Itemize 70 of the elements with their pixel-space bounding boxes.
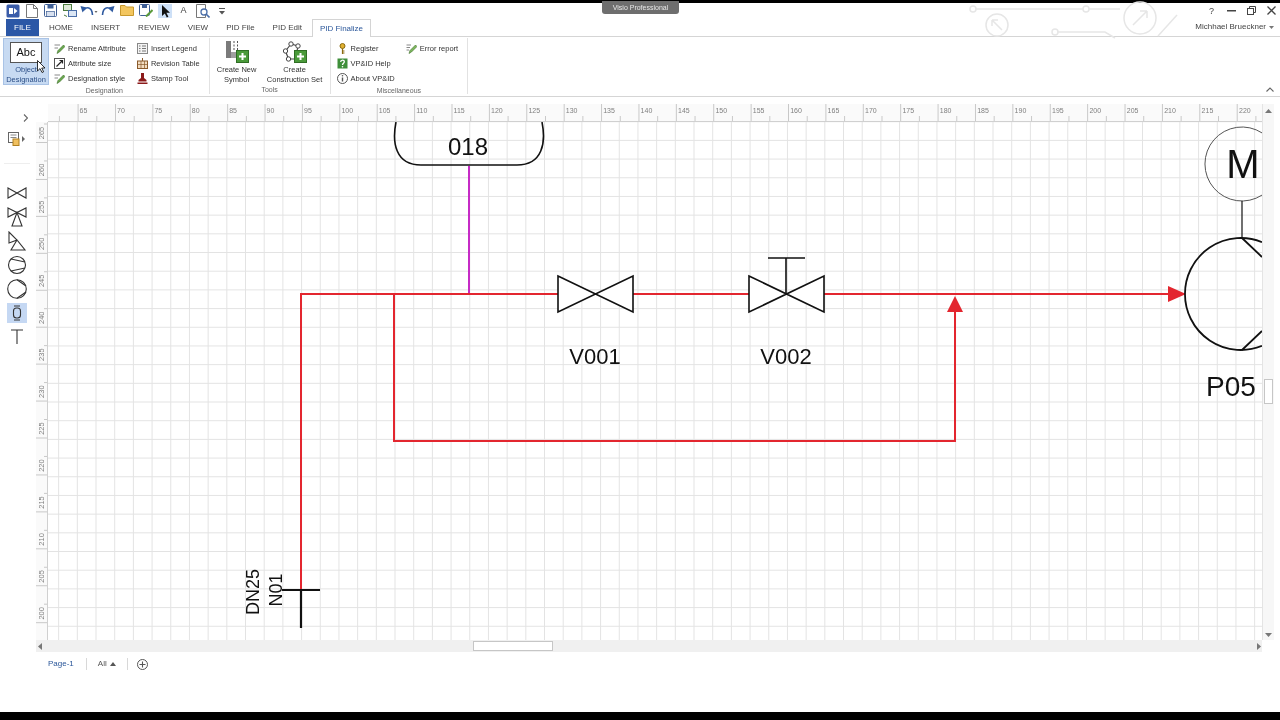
- capsule-icon[interactable]: [7, 303, 27, 323]
- scroll-up-icon[interactable]: [1265, 109, 1272, 113]
- scroll-down-icon[interactable]: [1265, 633, 1272, 637]
- ribbon-tab[interactable]: INSERT: [82, 19, 129, 36]
- pump-tag: P05: [1206, 370, 1256, 402]
- print-preview-icon[interactable]: [195, 3, 210, 18]
- file-menu-tab[interactable]: FILE: [6, 19, 39, 36]
- report-pencil-icon: [405, 43, 417, 54]
- pointer-tool-icon[interactable]: [157, 3, 172, 18]
- key-icon: [336, 43, 348, 54]
- legend-list-icon: [136, 43, 148, 54]
- app-logo-icon[interactable]: [5, 3, 20, 18]
- computers-icon[interactable]: [62, 4, 77, 17]
- style-pencil-icon: [54, 73, 65, 84]
- valve-tag: V001: [569, 343, 621, 369]
- flow-arrowhead-icon: [1168, 286, 1186, 302]
- close-icon[interactable]: [1267, 6, 1276, 15]
- ribbon-tab[interactable]: PID File: [218, 19, 263, 36]
- text-sample-icon: Abc: [10, 42, 42, 63]
- collapse-ribbon-icon[interactable]: [1266, 87, 1274, 92]
- page-tab[interactable]: Page-1: [45, 658, 77, 670]
- motor-shaft-line: [1241, 200, 1243, 239]
- vertical-scrollbar[interactable]: [1262, 104, 1274, 640]
- caret-up-icon: [109, 662, 116, 666]
- symbol-add-icon: [224, 41, 249, 63]
- angle-valve-icon[interactable]: [7, 231, 27, 251]
- help-icon: [336, 58, 348, 69]
- ribbon-tab[interactable]: HOME: [40, 19, 81, 36]
- three-way-valve-icon[interactable]: [7, 207, 27, 227]
- revision-table-icon: [136, 58, 148, 69]
- dropdown-caret-icon: [1269, 25, 1274, 29]
- ribbon-tab[interactable]: VIEW: [179, 19, 217, 36]
- flow-arrowhead-icon: [947, 296, 963, 312]
- account-menu-button[interactable]: Michhael Brueckner: [1195, 21, 1274, 33]
- nozzle-tag: N01: [266, 573, 286, 607]
- ribbon-tab[interactable]: PID Edit: [264, 19, 310, 36]
- stamp-icon: [136, 73, 148, 84]
- stencil-menu-icon[interactable]: [8, 132, 26, 146]
- save-icon[interactable]: [44, 4, 57, 17]
- info-icon: [336, 73, 348, 84]
- centrifugal-pump-icon[interactable]: [7, 279, 27, 299]
- vessel-tag: 018: [448, 132, 488, 160]
- construction-set-add-icon: [282, 41, 307, 63]
- nozzle-symbol: [280, 588, 322, 630]
- pump-icon[interactable]: [7, 255, 27, 275]
- all-pages-button[interactable]: All: [95, 658, 118, 670]
- resize-arrow-icon: [54, 58, 65, 69]
- valve-tag: V002: [760, 343, 812, 369]
- text-tool-button[interactable]: A: [176, 3, 191, 18]
- scroll-left-icon[interactable]: [38, 642, 42, 650]
- rename-pencil-icon: [54, 43, 65, 54]
- expand-panel-icon[interactable]: [23, 114, 28, 122]
- minimize-icon[interactable]: [1227, 9, 1236, 12]
- motor-tag: M: [1226, 142, 1260, 186]
- scrollbar-thumb[interactable]: [473, 641, 553, 651]
- scrollbar-thumb[interactable]: [1264, 379, 1273, 404]
- help-button[interactable]: ?: [1207, 4, 1216, 17]
- add-page-icon[interactable]: [136, 658, 148, 670]
- ribbon-tab[interactable]: PID Finalize: [311, 19, 372, 37]
- customize-menu-icon[interactable]: [217, 6, 226, 15]
- nozzle-size-tag: DN25: [243, 569, 263, 615]
- undo-icon[interactable]: [79, 5, 98, 16]
- horizontal-scrollbar[interactable]: [36, 640, 1262, 652]
- new-page-icon[interactable]: [25, 3, 38, 18]
- scroll-right-icon[interactable]: [1257, 642, 1261, 650]
- redo-icon[interactable]: [100, 5, 115, 16]
- save-as-icon[interactable]: [138, 4, 153, 17]
- restore-icon[interactable]: [1247, 6, 1256, 15]
- ribbon-tab[interactable]: REVIEW: [130, 19, 178, 36]
- mouse-pointer-icon: [37, 60, 46, 73]
